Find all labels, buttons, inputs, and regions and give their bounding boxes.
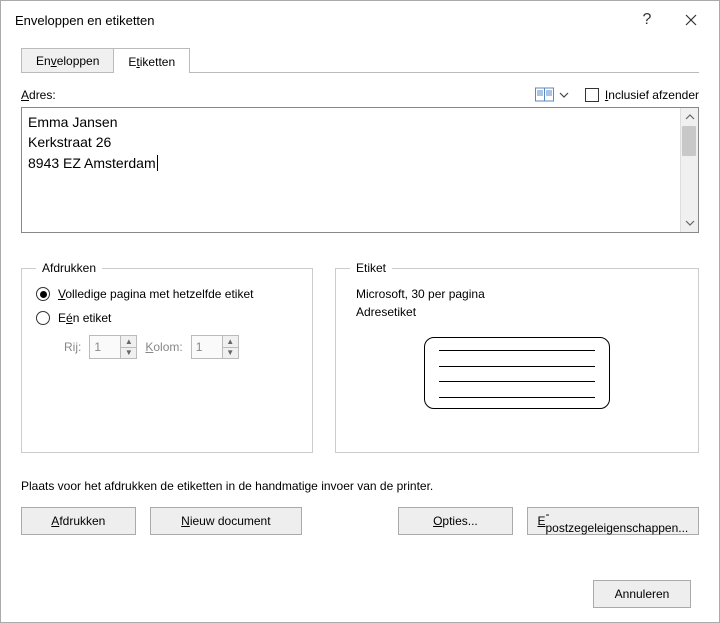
preview-line <box>439 381 595 382</box>
options-button[interactable]: Opties... <box>398 507 513 535</box>
include-sender-checkbox[interactable]: Inclusief afzender <box>585 88 699 102</box>
tabs: Enveloppen Etiketten <box>21 45 699 73</box>
chevron-down-icon <box>559 87 569 103</box>
tab-labels[interactable]: Etiketten <box>113 48 190 73</box>
print-group: Afdrukken Volledige pagina met hetzelfde… <box>21 261 313 453</box>
print-group-legend: Afdrukken <box>36 261 102 275</box>
preview-line <box>439 366 595 367</box>
radio-full-page[interactable]: Volledige pagina met hetzelfde etiket <box>36 287 298 301</box>
address-row: Adres: Inclusie <box>21 87 699 103</box>
radio-dot <box>40 291 47 298</box>
dialog-window: Enveloppen en etiketten ? Enveloppen Eti… <box>0 0 720 623</box>
label-info-line: Microsoft, 30 per pagina <box>356 287 684 301</box>
label-info-line: Adresetiket <box>356 305 684 319</box>
label-group: Etiket Microsoft, 30 per pagina Adreseti… <box>335 261 699 453</box>
print-button[interactable]: Afdrukken <box>21 507 136 535</box>
label-group-legend: Etiket <box>350 261 392 275</box>
chevron-up-icon <box>685 112 695 122</box>
scroll-up-button[interactable] <box>681 108 698 126</box>
chevron-down-icon <box>685 218 695 228</box>
row-input[interactable] <box>90 336 120 358</box>
address-label: Adres: <box>21 88 535 102</box>
row-col-controls: Rij: ▲▼ Kolom: ▲▼ <box>64 335 298 359</box>
address-line: Kerkstraat 26 <box>28 132 678 152</box>
new-document-button[interactable]: Nieuw document <box>150 507 302 535</box>
radio-full-label: Volledige pagina met hetzelfde etiket <box>58 287 253 301</box>
row-spinner[interactable]: ▲▼ <box>89 335 137 359</box>
printer-hint: Plaats voor het afdrukken de etiketten i… <box>21 479 699 493</box>
radio-single-text: Eén etiket <box>58 311 111 325</box>
label-preview[interactable] <box>424 337 610 409</box>
address-line: Emma Jansen <box>28 112 678 132</box>
help-button[interactable]: ? <box>625 5 669 35</box>
action-buttons: Afdrukken Nieuw document Opties... E-pos… <box>21 507 699 535</box>
tab-envelopes[interactable]: Enveloppen <box>21 48 113 72</box>
preview-line <box>439 397 595 398</box>
checkbox-box <box>585 88 599 102</box>
groups-row: Afdrukken Volledige pagina met hetzelfde… <box>21 261 699 453</box>
radio-indicator <box>36 311 50 325</box>
address-textarea[interactable]: Emma Jansen Kerkstraat 26 8943 EZ Amster… <box>21 107 699 233</box>
preview-line <box>439 350 595 351</box>
row-spin-buttons[interactable]: ▲▼ <box>120 336 136 358</box>
col-input[interactable] <box>192 336 222 358</box>
tab-labels-content: Adres: Inclusie <box>15 73 705 568</box>
address-book-button[interactable] <box>535 87 569 103</box>
radio-indicator <box>36 287 50 301</box>
titlebar: Enveloppen en etiketten ? <box>1 1 719 39</box>
scrollbar[interactable] <box>680 108 698 232</box>
col-spin-buttons[interactable]: ▲▼ <box>222 336 238 358</box>
include-sender-label: Inclusief afzender <box>605 88 699 102</box>
dialog-title: Enveloppen en etiketten <box>15 13 625 28</box>
col-label: Kolom: <box>145 340 182 354</box>
scroll-thumb[interactable] <box>682 126 696 156</box>
address-book-icon <box>535 87 555 103</box>
close-button[interactable] <box>669 5 713 35</box>
cancel-button[interactable]: Annuleren <box>593 580 691 608</box>
footer: Annuleren <box>15 568 705 608</box>
address-line: 8943 EZ Amsterdam <box>28 153 678 173</box>
e-postage-properties-button[interactable]: E-postzegeleigenschappen... <box>527 507 699 535</box>
scroll-down-button[interactable] <box>681 214 698 232</box>
dialog-body: Enveloppen Etiketten Adres: <box>1 39 719 622</box>
row-label: Rij: <box>64 340 81 354</box>
text-caret <box>157 155 158 171</box>
col-spinner[interactable]: ▲▼ <box>191 335 239 359</box>
close-icon <box>685 14 697 26</box>
radio-single-label[interactable]: Eén etiket <box>36 311 298 325</box>
